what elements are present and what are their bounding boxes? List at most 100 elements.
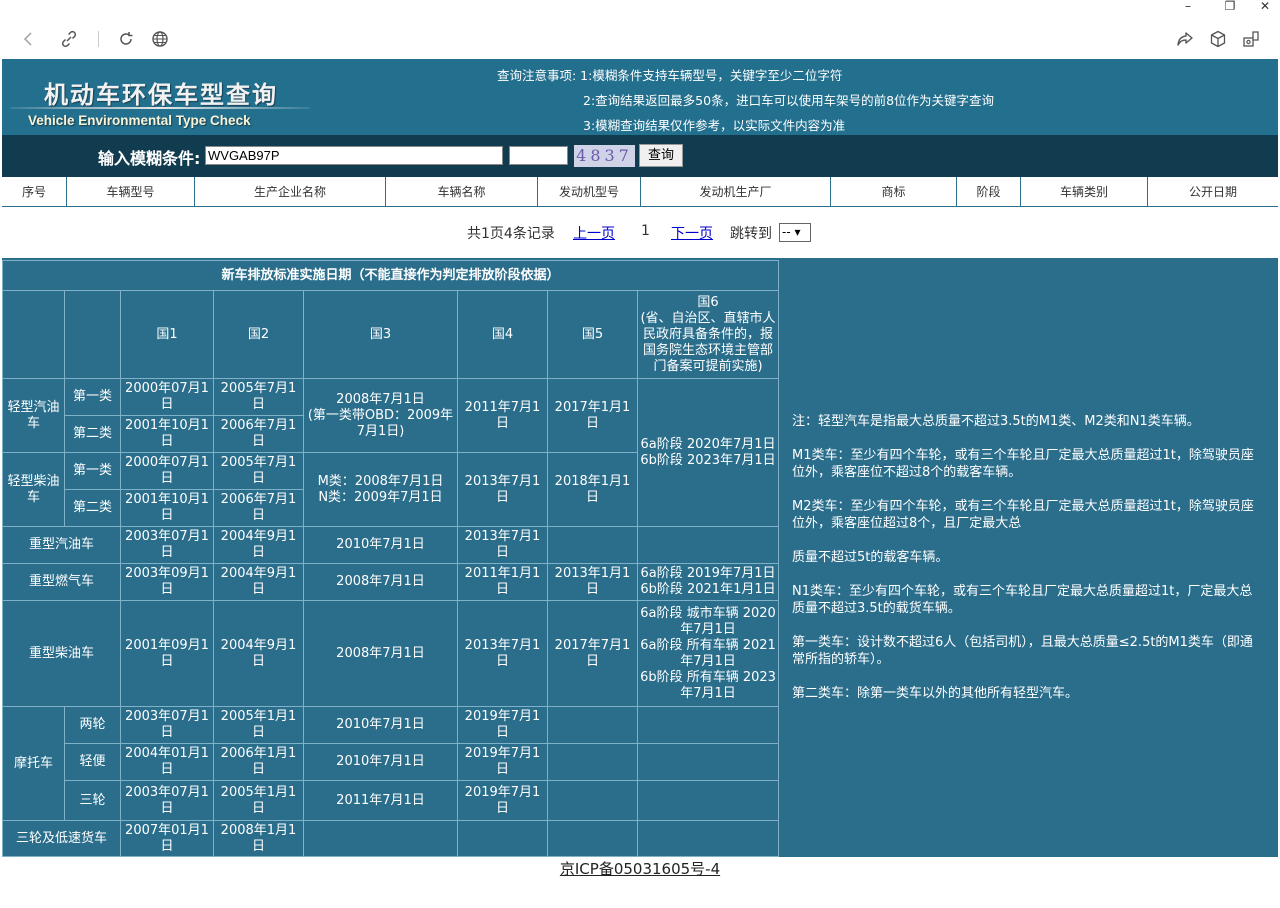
- browser-toolbar: [0, 22, 1280, 56]
- date-cell: 2013年1月1日: [547, 563, 638, 601]
- date-cell: 2006年1月1日: [213, 743, 304, 781]
- logo-divider: [10, 107, 310, 109]
- note-paragraph: N1类车：至少有四个车轮，或有三个车轮且厂定最大总质量超过1t，厂定最大总质量不…: [792, 584, 1253, 616]
- date-cell: 2003年07月1日: [120, 780, 214, 821]
- date-cell: 2006年7月1日: [213, 489, 304, 527]
- empty-cell: [547, 526, 638, 564]
- minimize-button[interactable]: –: [1181, 0, 1195, 12]
- search-input[interactable]: WVGAB97P: [205, 146, 503, 165]
- date-cell: 2018年1月1日: [547, 452, 638, 527]
- date-cell: 2017年7月1日: [547, 600, 638, 707]
- date-cell: 2011年7月1日: [457, 378, 548, 453]
- heavy-diesel-label: 重型柴油车: [2, 600, 121, 707]
- notice-line-1: 查询注意事项: 1:模糊条件支持车辆型号，关键字至少二位字符: [497, 68, 843, 83]
- class2-label: 第二类: [64, 415, 121, 453]
- notice-line-3: 3:模糊查询结果仅作参考，以实际文件内容为准: [583, 118, 846, 133]
- logo-title-en: Vehicle Environmental Type Check: [28, 113, 251, 128]
- toolbar-separator: [98, 31, 99, 47]
- col-header: 车辆型号: [67, 177, 195, 207]
- date-cell: 2005年1月1日: [213, 780, 304, 821]
- date-cell: 6a阶段 城市车辆 2020年7月1日 6a阶段 所有车辆 2021年7月1日 …: [637, 600, 779, 707]
- empty-cell: [457, 820, 548, 857]
- col-header: 商标: [831, 177, 957, 207]
- note-paragraph: M1类车：至少有四个车轮，或有三个车轮且厂定最大总质量超过1t，除驾驶员座位外，…: [792, 448, 1254, 480]
- date-cell: 2010年7月1日: [303, 743, 458, 781]
- extension-icon[interactable]: [1240, 28, 1262, 50]
- date-cell: 2004年9月1日: [213, 526, 304, 564]
- light-gasoline-label: 轻型汽油车: [2, 378, 65, 453]
- note-paragraph: 第一类车：设计数不超过6人（包括司机），且最大总质量≤2.5t的M1类车（即通常…: [792, 635, 1253, 667]
- date-cell: 2019年7月1日: [457, 780, 548, 821]
- window-titlebar: – ❐ ✕: [0, 0, 1280, 14]
- next-page-link[interactable]: 下一页: [671, 223, 713, 243]
- site-header: 机动车环保车型查询 Vehicle Environmental Type Che…: [2, 59, 1278, 135]
- col-header: 发动机生产厂: [641, 177, 831, 207]
- date-cell: 2006年7月1日: [213, 415, 304, 453]
- header-guo2: 国2: [213, 290, 304, 379]
- two-wheel-label: 两轮: [64, 706, 121, 744]
- class1-label: 第一类: [64, 452, 121, 490]
- date-cell: 2008年7月1日 (第一类带OBD：2009年7月1日): [303, 378, 458, 453]
- date-cell: 2000年07月1日: [120, 378, 214, 416]
- date-cell: M类：2008年7月1日 N类：2009年7月1日: [303, 452, 458, 527]
- back-icon[interactable]: [18, 28, 40, 50]
- close-button[interactable]: ✕: [1258, 0, 1272, 12]
- col-header: 阶段: [957, 177, 1021, 207]
- date-cell: 2003年07月1日: [120, 526, 214, 564]
- date-cell: 2011年7月1日: [303, 780, 458, 821]
- empty-cell: [637, 526, 779, 564]
- date-cell: 2008年1月1日: [213, 820, 304, 857]
- heavy-gasoline-label: 重型汽油车: [2, 526, 121, 564]
- motorcycle-label: 摩托车: [2, 706, 65, 821]
- date-cell: 2003年07月1日: [120, 706, 214, 744]
- globe-icon[interactable]: [149, 28, 171, 50]
- heavy-gas-vehicle-label: 重型燃气车: [2, 563, 121, 601]
- prev-page-link[interactable]: 上一页: [573, 223, 615, 243]
- date-cell: 2013年7月1日: [457, 600, 548, 707]
- cube-icon[interactable]: [1207, 28, 1229, 50]
- restore-button[interactable]: ❐: [1223, 0, 1237, 12]
- note-paragraph: 第二类车：除第一类车以外的其他所有轻型汽车。: [792, 686, 1079, 701]
- date-cell: 2007年01月1日: [120, 820, 214, 857]
- share-icon[interactable]: [1174, 28, 1196, 50]
- date-cell: 2010年7月1日: [303, 706, 458, 744]
- jump-select[interactable]: -- ▾: [779, 223, 811, 242]
- class2-label: 第二类: [64, 489, 121, 527]
- empty-cell: [547, 780, 638, 821]
- link-icon[interactable]: [58, 28, 80, 50]
- search-label: 输入模糊条件:: [98, 149, 201, 168]
- light-diesel-label: 轻型柴油车: [2, 452, 65, 527]
- date-cell: 2013年7月1日: [457, 526, 548, 564]
- date-cell: 2000年07月1日: [120, 452, 214, 490]
- reload-icon[interactable]: [115, 28, 137, 50]
- jump-label: 跳转到: [730, 226, 772, 242]
- date-cell: 2003年09月1日: [120, 563, 214, 601]
- page-content: 机动车环保车型查询 Vehicle Environmental Type Che…: [2, 59, 1278, 857]
- date-cell: 2010年7月1日: [303, 526, 458, 564]
- date-cell: 2001年10月1日: [120, 415, 214, 453]
- icp-link[interactable]: 京ICP备05031605号-4: [560, 860, 720, 878]
- date-cell: 2001年09月1日: [120, 600, 214, 707]
- header-guo5: 国5: [547, 290, 638, 379]
- captcha-input[interactable]: [509, 146, 568, 165]
- date-cell: 2008年7月1日: [303, 600, 458, 707]
- date-cell: 2019年7月1日: [457, 706, 548, 744]
- empty-cell: [637, 743, 779, 781]
- standards-title: 新车排放标准实施日期（不能直接作为判定排放阶段依据）: [2, 260, 779, 291]
- header-guo6: 国6 (省、自治区、直辖市人民政府具备条件的，报国务院生态环境主管部门备案可提前…: [637, 290, 779, 379]
- empty-cell: [303, 820, 458, 857]
- captcha-image[interactable]: 4837: [574, 145, 635, 167]
- vehicle-class-notes: 注：轻型汽车是指最大总质量不超过3.5t的M1类、M2类和N1类车辆。 M1类车…: [792, 413, 1262, 719]
- header-guo1: 国1: [120, 290, 214, 379]
- date-cell: 2004年01月1日: [120, 743, 214, 781]
- results-header: 序号 车辆型号 生产企业名称 车辆名称 发动机型号 发动机生产厂 商标 阶段 车…: [2, 177, 1278, 207]
- col-header: 序号: [2, 177, 67, 207]
- query-button[interactable]: 查询: [639, 144, 683, 167]
- results-pager: 共1页4条记录 上一页 1 下一页 跳转到 -- ▾: [2, 207, 1278, 258]
- notice-line-2: 2:查询结果返回最多50条，进口车可以使用车架号的前8位作为关键字查询: [583, 93, 995, 108]
- empty-cell: [637, 780, 779, 821]
- empty-cell: [547, 706, 638, 744]
- three-wheel-label: 三轮: [64, 780, 121, 821]
- header-guo4: 国4: [457, 290, 548, 379]
- date-cell: 2019年7月1日: [457, 743, 548, 781]
